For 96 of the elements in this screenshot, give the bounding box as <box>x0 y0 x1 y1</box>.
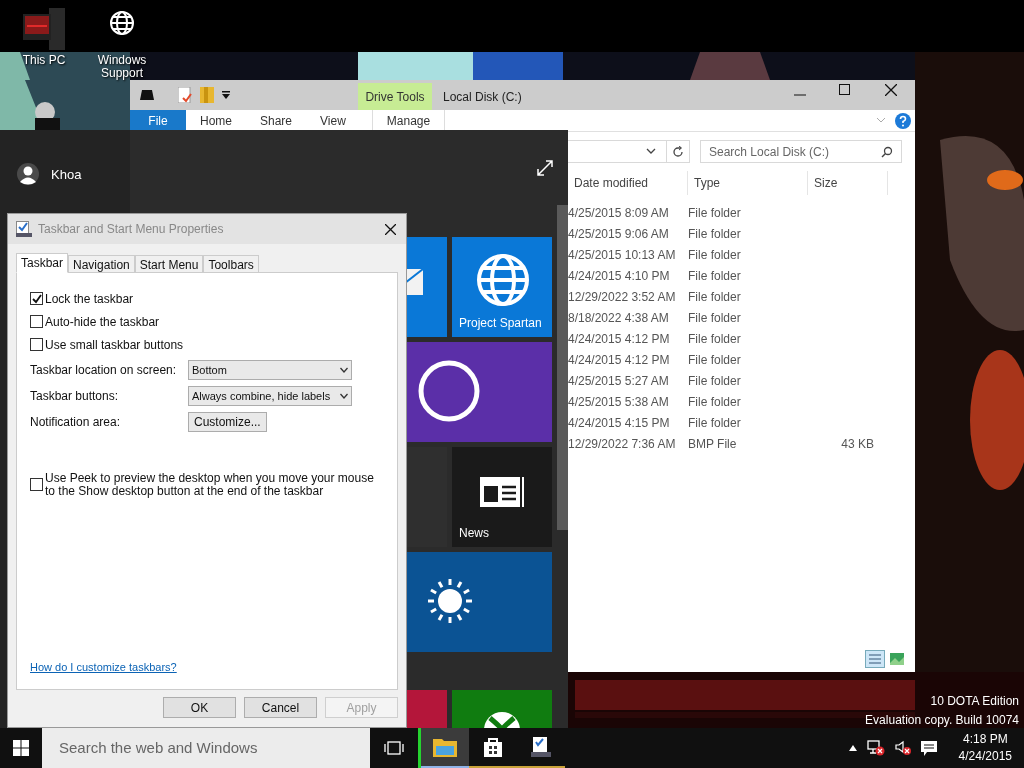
expand-icon[interactable] <box>537 160 553 176</box>
type-cell-text: File folder <box>688 351 742 369</box>
type-cell-text: File folder <box>688 246 742 264</box>
type-cell-text: File folder <box>688 204 742 222</box>
dialog-title: Taskbar and Start Menu Properties <box>38 221 224 238</box>
checkbox-label: Lock the taskbar <box>45 290 134 308</box>
ring-icon <box>417 359 481 423</box>
network-error-icon[interactable] <box>866 740 885 756</box>
folder-icon <box>433 737 457 757</box>
date-cell-text: 12/29/2022 3:52 AM <box>568 288 677 306</box>
dialog-tab[interactable]: Navigation <box>68 255 135 273</box>
date-cell-text: 4/25/2015 5:38 AM <box>568 393 670 411</box>
user-name[interactable]: Khoa <box>51 165 82 185</box>
customize-button[interactable]: Customize... <box>188 412 267 432</box>
tile-label: Project Spartan <box>459 315 542 332</box>
date-cell-text: 4/25/2015 5:27 AM <box>568 372 670 390</box>
date-cell-text: 4/25/2015 8:09 AM <box>568 204 670 222</box>
ribbon-tab[interactable]: View <box>306 110 360 132</box>
type-cell-text: File folder <box>688 288 742 306</box>
type-cell-text: File folder <box>688 330 742 348</box>
checkbox-label: Use small taskbar buttons <box>45 336 184 354</box>
chevron-icon <box>340 393 348 399</box>
dropdown-icon[interactable] <box>222 91 230 99</box>
checkbox[interactable] <box>30 478 43 491</box>
date-cell-text: 4/25/2015 9:06 AM <box>568 225 670 243</box>
checkbox-label: Use Peek to preview the desktop when you move your mouse to the Show desktop button at the end of the taskbar <box>45 472 375 498</box>
setting-label: Taskbar location on screen: <box>30 362 178 379</box>
volume-muted-icon[interactable] <box>894 740 911 756</box>
type-cell-text: File folder <box>688 414 742 432</box>
type-cell-text: File folder <box>688 393 742 411</box>
check-icon <box>31 293 42 304</box>
app-tile[interactable]: Project Spartan <box>452 237 552 337</box>
taskbar-app[interactable] <box>421 728 469 768</box>
shopping-bag-icon <box>483 737 503 757</box>
tile-label: News <box>459 525 489 542</box>
window-title: Local Disk (C:) <box>443 89 522 106</box>
dropdown[interactable]: Always combine, hide labels <box>188 386 352 406</box>
dialog-button[interactable]: OK <box>163 697 236 718</box>
setting-label: Notification area: <box>30 414 122 431</box>
checkbox[interactable] <box>30 315 43 328</box>
type-cell-text: File folder <box>688 309 742 327</box>
setting-label: Taskbar buttons: <box>30 388 120 405</box>
help-icon[interactable] <box>895 113 911 129</box>
date-cell-text: 8/18/2022 4:38 AM <box>568 309 670 327</box>
date-cell-text: 12/29/2022 7:36 AM <box>568 435 677 453</box>
windows-logo-icon <box>13 740 29 756</box>
dialog-tab[interactable]: Toolbars <box>203 255 259 273</box>
dropdown[interactable]: Bottom <box>188 360 352 380</box>
column-header[interactable]: Type <box>688 171 808 195</box>
checkbox[interactable] <box>30 292 43 305</box>
thumbnail-view-icon[interactable] <box>889 652 905 666</box>
close-icon[interactable] <box>885 84 897 96</box>
dialog-tab[interactable]: Start Menu <box>134 255 204 273</box>
properties-icon[interactable] <box>178 87 192 103</box>
refresh-icon[interactable] <box>672 145 684 158</box>
search-icon <box>881 145 893 158</box>
drive-icon[interactable] <box>140 90 154 100</box>
type-cell-text: File folder <box>688 267 742 285</box>
window-icon <box>530 736 552 758</box>
type-cell-text: BMP File <box>688 435 738 453</box>
maximize-icon[interactable] <box>839 84 850 95</box>
checkbox-label: Auto-hide the taskbar <box>45 313 160 331</box>
user-avatar-icon[interactable] <box>17 163 39 187</box>
close-icon[interactable] <box>385 223 396 235</box>
column-header[interactable]: Size <box>808 171 888 195</box>
size-cell-text: 43 KB <box>840 435 874 453</box>
globe-icon <box>476 253 530 307</box>
date-cell-text: 4/24/2015 4:10 PM <box>568 267 671 285</box>
ribbon-tab[interactable]: Share <box>246 110 307 132</box>
clock[interactable]: 4:18 PM 4/24/2015 <box>954 731 1016 765</box>
type-cell-text: File folder <box>688 372 742 390</box>
chevron-icon <box>646 148 656 155</box>
computer-icon[interactable] <box>21 8 67 50</box>
scrollbar-thumb[interactable] <box>557 205 568 530</box>
task-view-icon <box>384 740 404 756</box>
globe-icon[interactable] <box>109 10 135 36</box>
date-cell-text: 4/24/2015 4:15 PM <box>568 414 671 432</box>
type-cell-text: File folder <box>688 225 742 243</box>
ribbon-tab[interactable]: Home <box>186 110 246 132</box>
checkbox-app-icon <box>16 221 32 237</box>
notification-icon[interactable] <box>920 740 937 756</box>
newspaper-icon <box>480 477 524 507</box>
date-cell-text: 4/25/2015 10:13 AM <box>568 246 677 264</box>
checkbox[interactable] <box>30 338 43 351</box>
dialog-button[interactable]: Cancel <box>244 697 317 718</box>
search-field[interactable]: Search the web and Windows <box>42 728 370 768</box>
date-cell-text: 4/24/2015 4:12 PM <box>568 351 671 369</box>
date-cell-text: 4/24/2015 4:12 PM <box>568 330 671 348</box>
dialog-tab[interactable]: Taskbar <box>16 253 69 273</box>
sun-icon <box>427 578 473 624</box>
chevron-up-icon[interactable] <box>848 745 857 751</box>
ribbon-tab[interactable]: File <box>130 110 186 132</box>
chevron-icon <box>340 367 348 373</box>
help-link[interactable]: How do I customize taskbars? <box>30 658 397 675</box>
app-tile[interactable]: News <box>452 447 552 547</box>
search-field[interactable]: Search Local Disk (C:) <box>700 140 902 163</box>
